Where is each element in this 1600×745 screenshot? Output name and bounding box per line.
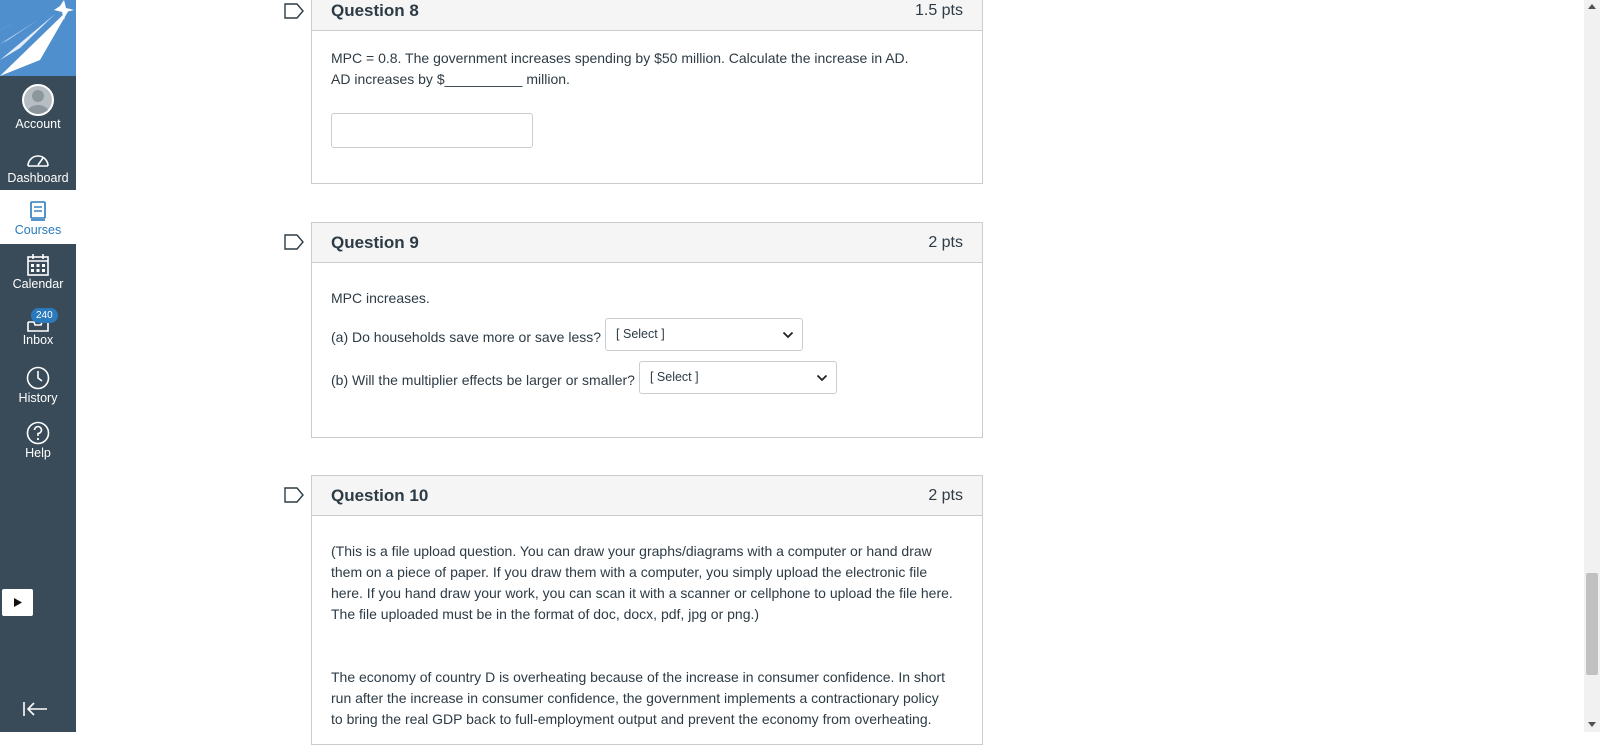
history-clock-icon bbox=[26, 366, 50, 390]
question-10-scenario-line-3: to bring the real GDP back to full-emplo… bbox=[331, 711, 932, 727]
question-9-title: Question 9 bbox=[331, 232, 419, 252]
media-play-toggle[interactable] bbox=[2, 589, 33, 616]
help-question-icon bbox=[26, 421, 50, 445]
nav-dashboard-label: Dashboard bbox=[7, 171, 69, 185]
avatar bbox=[22, 84, 54, 116]
scrollbar-thumb[interactable] bbox=[1586, 573, 1598, 675]
question-9-points: 2 pts bbox=[928, 233, 963, 251]
calendar-icon bbox=[27, 254, 49, 276]
nav-help-label: Help bbox=[25, 446, 51, 460]
nav-calendar[interactable]: Calendar bbox=[0, 254, 76, 291]
nav-history[interactable]: History bbox=[0, 366, 76, 405]
nav-dashboard[interactable]: Dashboard bbox=[0, 150, 76, 185]
flag-question-8-icon[interactable] bbox=[284, 3, 304, 24]
question-10-scenario-line-1: The economy of country D is overheating … bbox=[331, 669, 946, 685]
collapse-arrow-icon bbox=[23, 702, 47, 716]
starburst-logo-icon bbox=[0, 0, 74, 76]
question-8-text-line-2: AD increases by $__________ million. bbox=[331, 71, 570, 87]
question-8: Question 8 1.5 pts MPC = 0.8. The govern… bbox=[311, 0, 983, 184]
question-9-part-a: (a) Do households save more or save less… bbox=[331, 329, 602, 345]
question-10-instructions-line-4: The file uploaded must be in the format … bbox=[331, 606, 760, 622]
question-10-header: Question 10 2 pts bbox=[312, 476, 982, 516]
institution-logo[interactable] bbox=[0, 0, 76, 76]
question-8-text-line-1: MPC = 0.8. The government increases spen… bbox=[331, 50, 909, 66]
question-9-part-a-select[interactable]: [ Select ] bbox=[605, 318, 804, 351]
nav-account-label: Account bbox=[15, 117, 61, 131]
question-8-points: 1.5 pts bbox=[914, 1, 963, 19]
nav-account[interactable]: Account bbox=[0, 84, 76, 131]
nav-courses[interactable]: Courses bbox=[0, 190, 76, 244]
flag-question-10-icon[interactable] bbox=[284, 487, 304, 508]
nav-inbox-label: Inbox bbox=[22, 333, 54, 347]
nav-inbox[interactable]: 240 Inbox bbox=[0, 308, 76, 347]
courses-book-icon bbox=[30, 201, 46, 221]
scroll-down-arrow-icon[interactable] bbox=[1588, 722, 1596, 727]
question-9-part-b: (b) Will the multiplier effects be large… bbox=[331, 372, 635, 388]
global-navigation: Account Dashboard Courses Calendar 240 I… bbox=[0, 0, 76, 732]
question-10-points: 2 pts bbox=[928, 486, 963, 504]
question-9: Question 9 2 pts MPC increases. (a) Do h… bbox=[311, 222, 983, 438]
collapse-nav-button[interactable] bbox=[22, 699, 50, 724]
question-10-instructions-line-3: here. If you hand draw your work, you ca… bbox=[331, 585, 953, 601]
scroll-up-arrow-icon[interactable] bbox=[1588, 4, 1596, 9]
nav-courses-label: Courses bbox=[14, 223, 62, 237]
nav-calendar-label: Calendar bbox=[12, 277, 64, 291]
inbox-unread-badge: 240 bbox=[31, 308, 58, 323]
question-8-header: Question 8 1.5 pts bbox=[312, 0, 982, 31]
question-9-intro: MPC increases. bbox=[331, 290, 430, 306]
user-avatar-icon bbox=[27, 90, 49, 114]
nav-help[interactable]: Help bbox=[0, 421, 76, 460]
question-10-title: Question 10 bbox=[331, 485, 429, 505]
nav-history-label: History bbox=[18, 391, 58, 405]
question-8-answer-input[interactable] bbox=[331, 113, 533, 148]
question-9-part-b-select[interactable]: [ Select ] bbox=[638, 361, 837, 394]
question-9-part-b-selected: [ Select ] bbox=[649, 370, 699, 384]
question-8-title: Question 8 bbox=[331, 0, 419, 20]
question-10-instructions-line-1: (This is a file upload question. You can… bbox=[331, 543, 932, 559]
play-triangle-icon bbox=[14, 598, 22, 607]
question-10-scenario-line-2: run after the increase in consumer confi… bbox=[331, 690, 939, 706]
question-10-instructions-line-2: them on a piece of paper. If you draw th… bbox=[331, 564, 928, 580]
chevron-down-icon bbox=[782, 331, 794, 338]
chevron-down-icon bbox=[816, 374, 828, 381]
question-9-part-a-selected: [ Select ] bbox=[616, 327, 665, 341]
dashboard-gauge-icon bbox=[27, 155, 49, 167]
question-9-header: Question 9 2 pts bbox=[312, 223, 982, 263]
flag-question-9-icon[interactable] bbox=[284, 234, 304, 255]
question-10: Question 10 2 pts (This is a file upload… bbox=[311, 475, 983, 745]
